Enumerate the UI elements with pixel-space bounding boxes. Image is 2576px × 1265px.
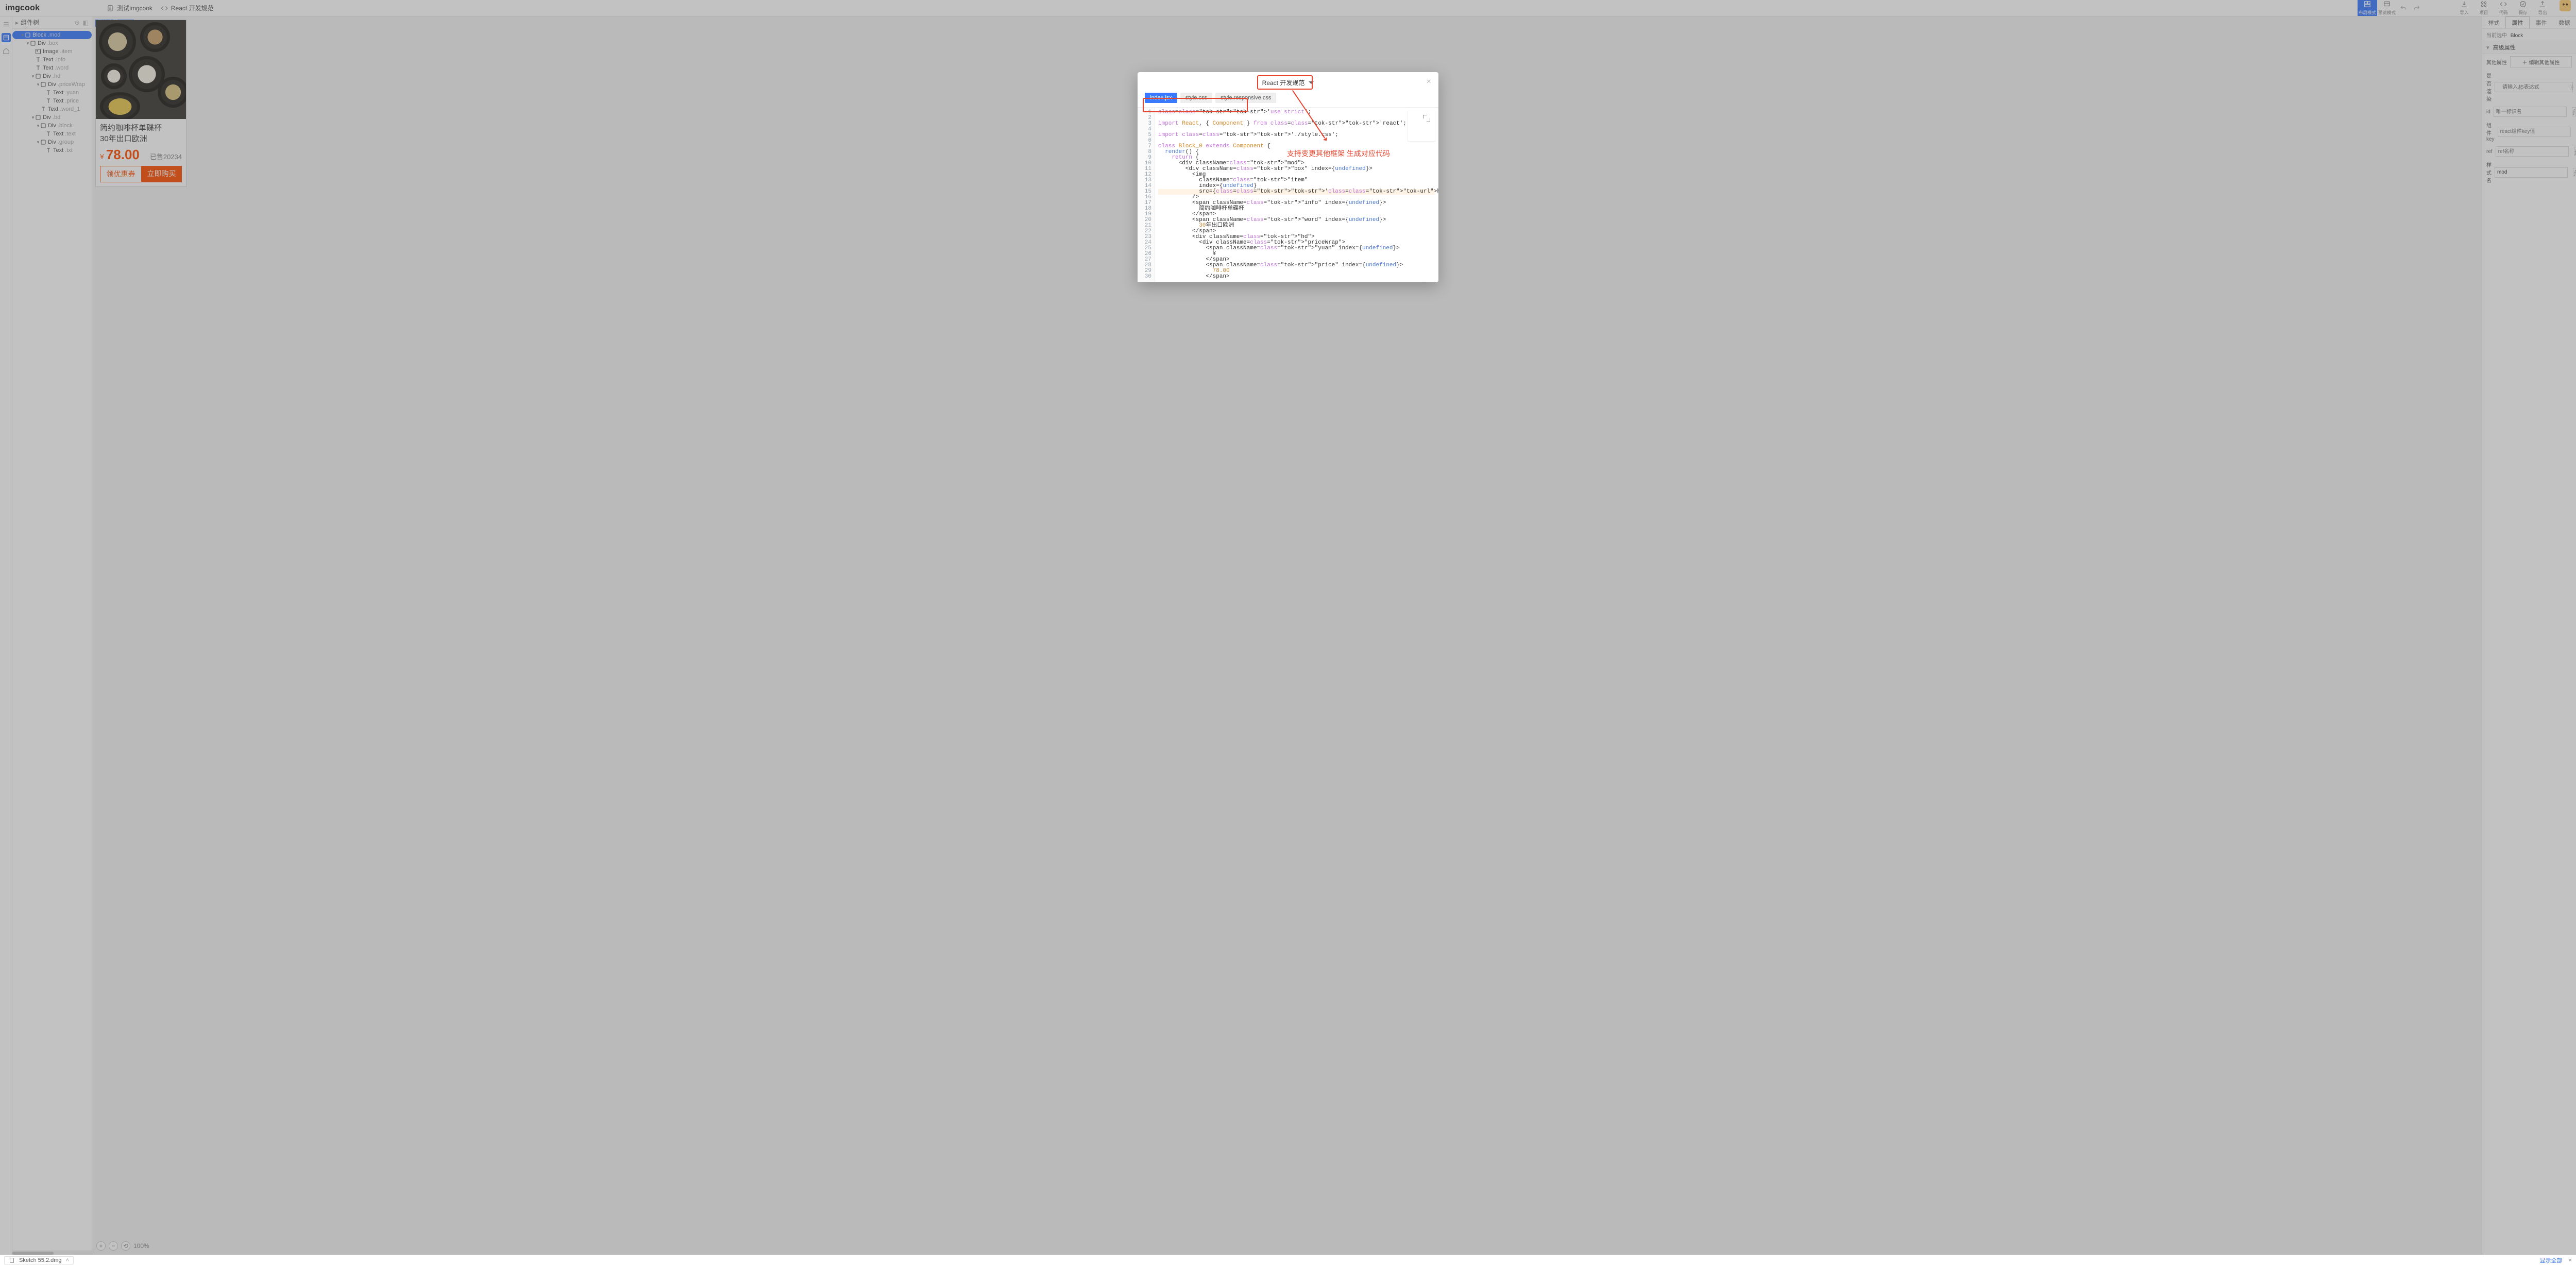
spec-dropdown-label: React 开发规范 <box>1262 78 1305 87</box>
file-tab[interactable]: index.jsx <box>1145 93 1177 103</box>
code-editor[interactable]: 1234567891011121314151617181920212223242… <box>1138 107 1438 282</box>
file-tabs: index.jsxstyle.cssstyle.responsive.css <box>1138 93 1438 107</box>
file-tab[interactable]: style.responsive.css <box>1215 93 1276 103</box>
expand-icon[interactable] <box>1423 115 1430 122</box>
file-icon <box>9 1257 15 1263</box>
line-gutter: 1234567891011121314151617181920212223242… <box>1138 108 1155 282</box>
callout-text: 支持变更其他框架 生成对应代码 <box>1287 148 1390 159</box>
file-tab[interactable]: style.css <box>1180 93 1212 103</box>
download-item[interactable]: Sketch 55.2.dmg ˄ <box>4 1256 74 1264</box>
download-bar: Sketch 55.2.dmg ˄ 显示全部 × <box>0 1255 2576 1265</box>
code-content: class=class="tok-str">"tok-str">'use str… <box>1155 108 1438 282</box>
close-icon[interactable]: × <box>1427 77 1431 87</box>
code-modal: × React 开发规范 index.jsxstyle.cssstyle.res… <box>1138 72 1438 282</box>
download-filename: Sketch 55.2.dmg <box>19 1257 62 1263</box>
modal-mask[interactable]: × React 开发规范 index.jsxstyle.cssstyle.res… <box>0 0 2576 1265</box>
chevron-up-icon[interactable]: ˄ <box>66 1257 69 1263</box>
show-all-link[interactable]: 显示全部 <box>2540 1256 2563 1264</box>
close-bar-icon[interactable]: × <box>2569 1257 2572 1263</box>
spec-dropdown[interactable]: React 开发规范 <box>1257 76 1320 89</box>
minimap[interactable] <box>1408 111 1435 142</box>
chevron-down-icon <box>1309 81 1314 87</box>
